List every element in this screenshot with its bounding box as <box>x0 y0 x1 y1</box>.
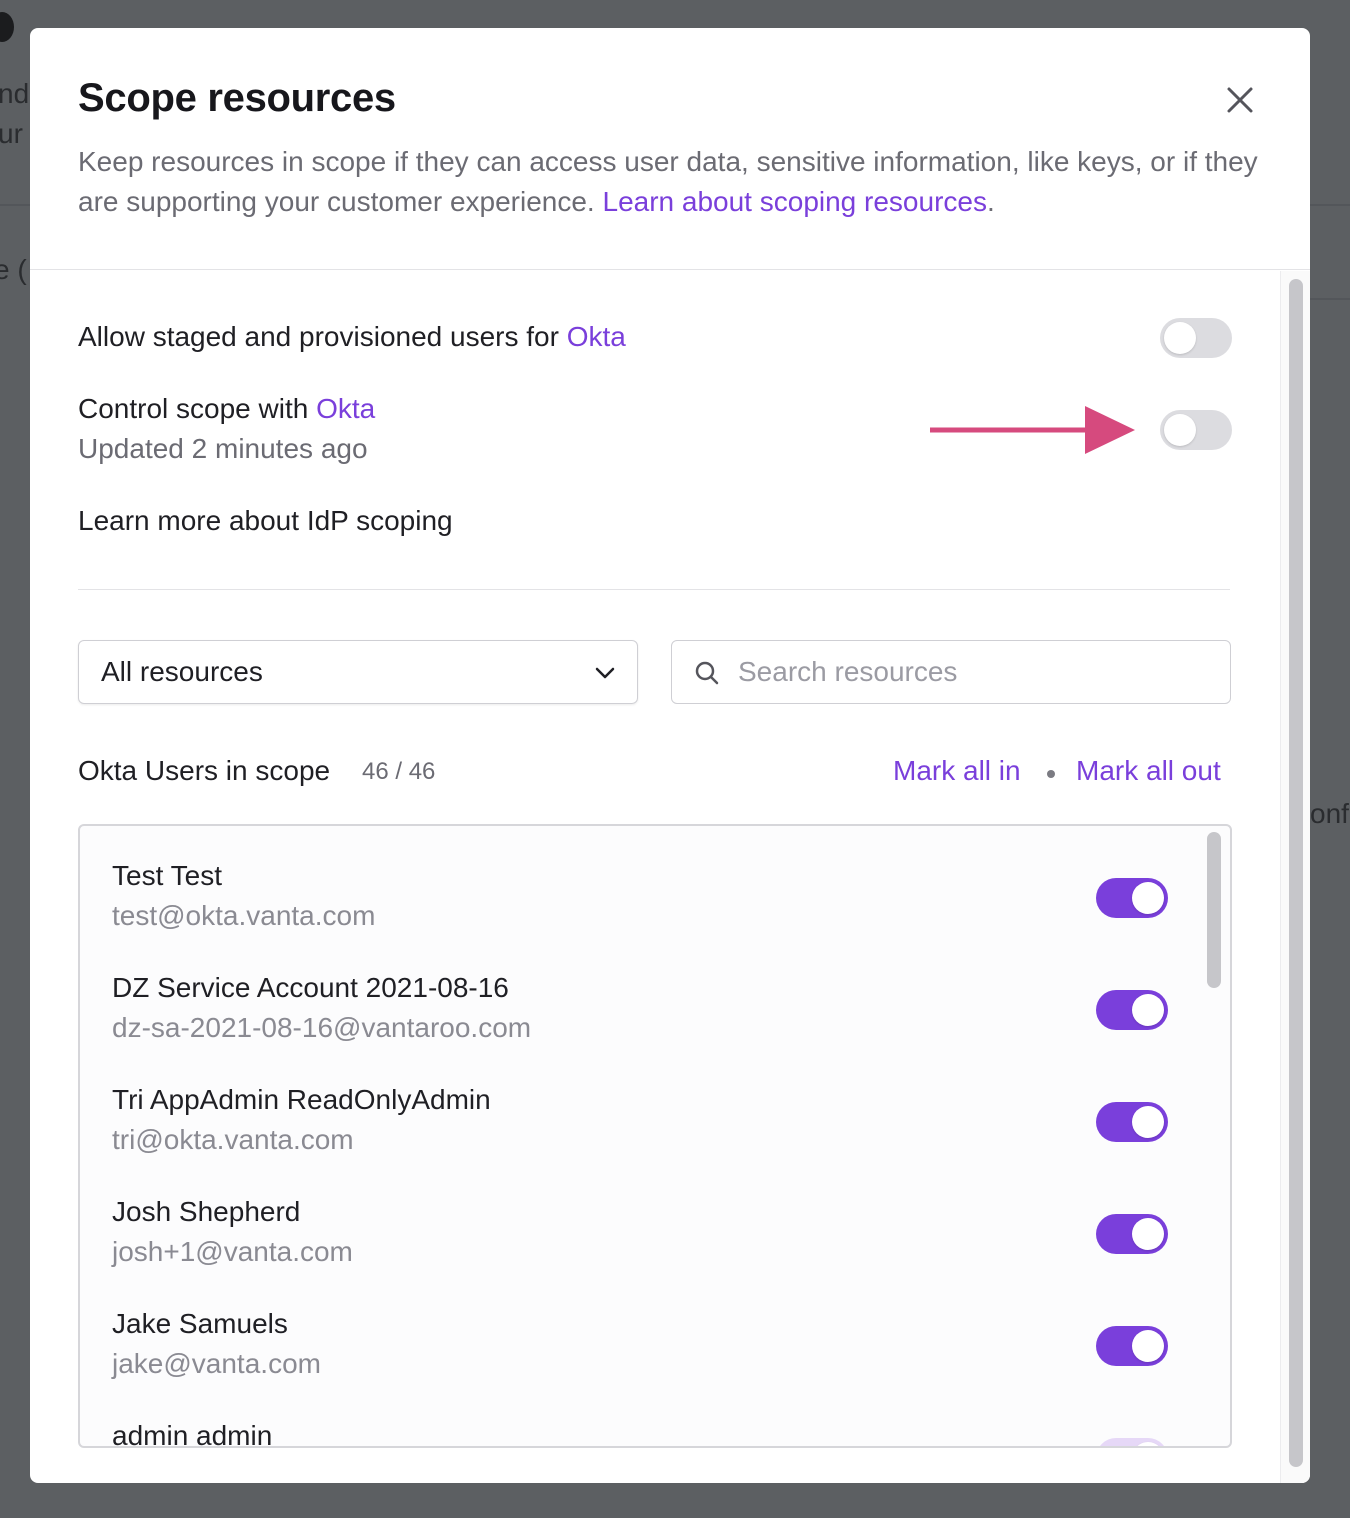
user-email: test@okta.vanta.com <box>112 900 376 931</box>
search-input[interactable] <box>738 651 1208 693</box>
background-divider <box>0 204 30 206</box>
close-icon <box>1227 87 1253 113</box>
modal-title: Scope resources <box>78 76 396 120</box>
user-name: Tri AppAdmin ReadOnlyAdmin <box>112 1084 491 1115</box>
staged-users-label: Allow staged and provisioned users for O… <box>78 321 626 353</box>
user-scope-toggle[interactable] <box>1096 990 1168 1030</box>
search-icon <box>695 661 719 685</box>
list-heading: Okta Users in scope <box>78 755 331 786</box>
user-email: dz-sa-2021-08-16@vantaroo.com <box>112 1012 532 1043</box>
user-email: josh+1@vanta.com <box>112 1236 353 1267</box>
user-scope-toggle[interactable] <box>1096 1214 1168 1254</box>
user-scope-toggle[interactable] <box>1096 878 1168 918</box>
modal-scrollbar-thumb[interactable] <box>1289 279 1303 1467</box>
list-item: Tri AppAdmin ReadOnlyAdmin tri@okta.vant… <box>112 1084 1168 1184</box>
background-divider <box>1310 204 1350 206</box>
mark-all-in-link[interactable]: Mark all in <box>893 755 1021 787</box>
background-text: onf <box>1310 798 1349 829</box>
user-name: Test Test <box>112 860 222 891</box>
user-name: Josh Shepherd <box>112 1196 301 1227</box>
background-avatar <box>0 12 14 42</box>
modal-header: Scope resources Keep resources in scope … <box>30 28 1310 270</box>
user-email: tri@okta.vanta.com <box>112 1124 354 1155</box>
user-name: DZ Service Account 2021-08-16 <box>112 972 509 1003</box>
okta-link[interactable]: Okta <box>316 393 375 424</box>
chevron-down-icon <box>595 667 615 679</box>
search-box[interactable] <box>671 640 1231 704</box>
user-name: Jake Samuels <box>112 1308 288 1339</box>
list-item: Josh Shepherd josh+1@vanta.com <box>112 1196 1168 1296</box>
control-scope-text: Control scope with <box>78 393 309 424</box>
resource-type-select[interactable]: All resources <box>78 640 638 704</box>
list-scrollbar[interactable] <box>1207 832 1221 988</box>
background-divider <box>1310 298 1350 300</box>
list-item: Test Test test@okta.vanta.com <box>112 860 1168 960</box>
user-email: jake@vanta.com <box>112 1348 321 1379</box>
list-item: admin admin <box>112 1420 1168 1448</box>
toggle-knob <box>1132 1330 1164 1362</box>
background-text: e ( <box>0 254 27 285</box>
modal-body: Allow staged and provisioned users for O… <box>30 271 1280 1483</box>
users-list[interactable]: Test Test test@okta.vanta.com DZ Service… <box>78 824 1232 1448</box>
list-item: Jake Samuels jake@vanta.com <box>112 1308 1168 1408</box>
list-item: DZ Service Account 2021-08-16 dz-sa-2021… <box>112 972 1168 1072</box>
in-scope-count: 46 / 46 <box>362 758 436 785</box>
user-scope-toggle[interactable] <box>1096 1102 1168 1142</box>
toggle-knob <box>1132 994 1164 1026</box>
close-button[interactable] <box>1220 80 1260 120</box>
user-scope-toggle[interactable] <box>1096 1438 1168 1446</box>
toggle-knob <box>1132 1442 1164 1446</box>
resource-type-value: All resources <box>101 656 263 687</box>
toggle-knob <box>1132 1218 1164 1250</box>
toggle-knob <box>1132 882 1164 914</box>
mark-all-out-link[interactable]: Mark all out <box>1076 755 1221 787</box>
separator-dot <box>1047 770 1055 778</box>
modal-description: Keep resources in scope if they can acce… <box>78 142 1258 222</box>
control-scope-toggle[interactable] <box>1160 410 1232 450</box>
control-scope-updated: Updated 2 minutes ago <box>78 433 368 464</box>
staged-users-text: Allow staged and provisioned users for <box>78 321 559 352</box>
learn-about-scoping-link[interactable]: Learn about scoping resources <box>603 186 987 217</box>
modal-scrollbar-track[interactable] <box>1280 271 1310 1483</box>
background-text: ur <box>0 118 23 149</box>
toggle-knob <box>1132 1106 1164 1138</box>
toggle-knob <box>1164 414 1196 446</box>
toggle-knob <box>1164 322 1196 354</box>
background-text: nd <box>0 78 30 109</box>
description-period: . <box>986 186 995 217</box>
staged-users-toggle[interactable] <box>1160 318 1232 358</box>
annotation-arrow-icon <box>930 406 1135 454</box>
user-name: admin admin <box>112 1420 273 1448</box>
okta-link[interactable]: Okta <box>567 321 626 352</box>
control-scope-label: Control scope with Okta <box>78 393 375 425</box>
user-scope-toggle[interactable] <box>1096 1326 1168 1366</box>
learn-more-idp-link[interactable]: Learn more about IdP scoping <box>78 505 453 537</box>
scope-resources-modal: Scope resources Keep resources in scope … <box>30 28 1310 1483</box>
section-divider <box>78 589 1230 590</box>
